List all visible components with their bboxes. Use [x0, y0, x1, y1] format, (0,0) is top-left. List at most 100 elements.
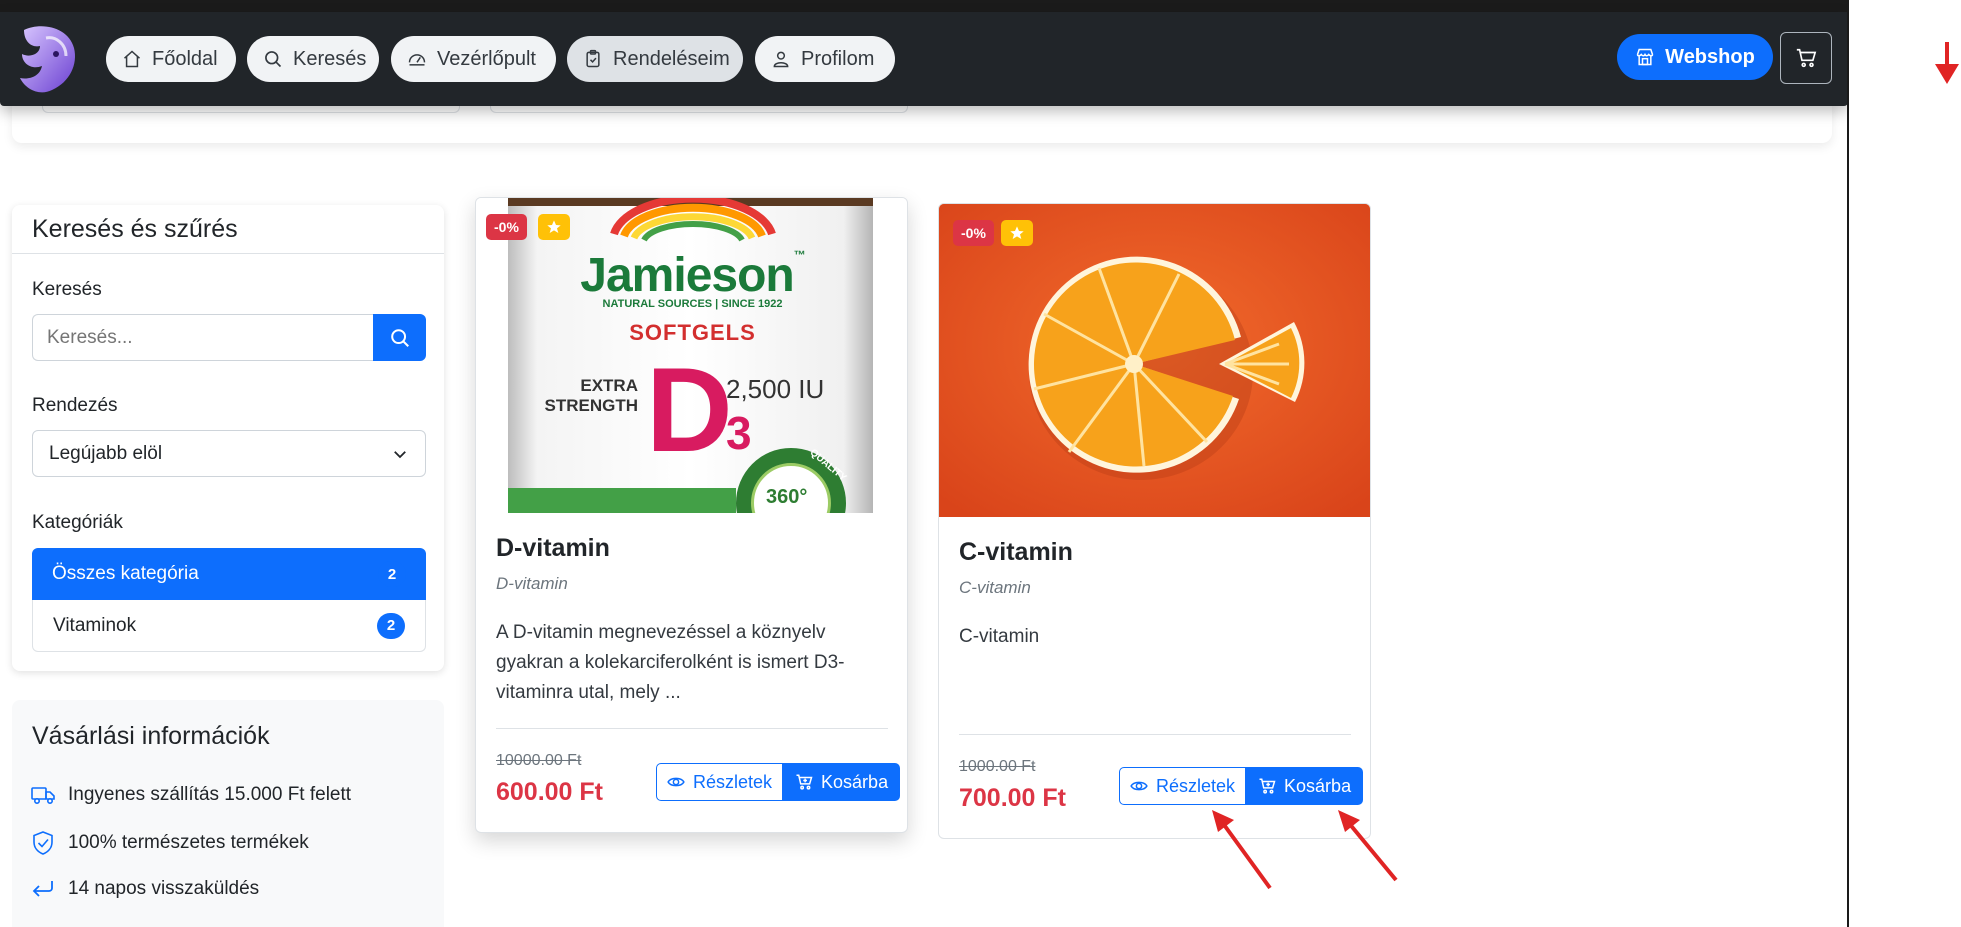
categories-label: Kategóriák: [32, 512, 123, 533]
add-to-cart-button[interactable]: Kosárba: [783, 763, 901, 801]
cart-plus-icon: [796, 774, 813, 790]
cart-label: Kosárba: [1284, 775, 1352, 796]
eye-icon: [1130, 781, 1148, 791]
product-subtitle: C-vitamin: [959, 578, 1031, 597]
nav-label: Keresés: [293, 47, 367, 70]
sort-select[interactable]: Legújabb elöl: [32, 430, 426, 477]
divider: [959, 734, 1351, 735]
truck-icon: [31, 787, 55, 804]
nav-orders[interactable]: Rendeléseim: [567, 36, 743, 82]
logo-icon[interactable]: [10, 20, 82, 96]
filter-title: Keresés és szűrés: [32, 215, 238, 243]
product-name[interactable]: D-vitamin: [496, 534, 610, 563]
viewport-edge: [1847, 0, 1849, 927]
nav-search[interactable]: Keresés: [247, 36, 379, 82]
dashboard-icon: [408, 54, 426, 66]
discount-badge: -0%: [486, 214, 527, 240]
home-icon: [124, 50, 140, 68]
nav-profile[interactable]: Profilom: [755, 36, 895, 82]
navbar: Főoldal Keresés Vezérlőpult Rendeléseim …: [0, 12, 1848, 106]
star-icon: [1010, 226, 1024, 239]
product-description: C-vitamin: [959, 626, 1040, 647]
product-image-c-vitamin[interactable]: [939, 204, 1370, 517]
divider: [496, 728, 888, 729]
green-band: [508, 488, 736, 513]
discount-badge: -0%: [953, 220, 994, 246]
return-arrow-icon: [32, 881, 53, 897]
featured-badge: [538, 214, 570, 240]
nav-label: Profilom: [801, 47, 875, 70]
product-card[interactable]: Jamieson™ NATURAL SOURCES | SINCE 1922 S…: [475, 197, 908, 833]
chevron-down-icon: [394, 450, 406, 458]
info-text: 100% természetes termékek: [68, 832, 309, 853]
details-label: Részletek: [1156, 775, 1236, 796]
category-count-badge: 2: [378, 561, 406, 587]
info-text: Ingyenes szállítás 15.000 Ft felett: [68, 784, 352, 805]
category-count-badge: 2: [377, 612, 405, 639]
product-name[interactable]: C-vitamin: [959, 538, 1073, 567]
search-icon: [390, 328, 409, 347]
top-strip: [0, 0, 1848, 12]
filter-panel: Keresés és szűrés Keresés Rendezés Legúj…: [12, 205, 444, 671]
seal-360: 360°: [766, 486, 808, 508]
annotation-arrows: [1212, 810, 1398, 890]
info-row-shipping: Ingyenes szállítás 15.000 Ft felett: [30, 782, 351, 808]
eye-icon: [667, 777, 685, 787]
product-description: A D-vitamin megnevezéssel a köznyelv gya…: [496, 622, 845, 703]
nav-label: Vezérlőpult: [437, 47, 536, 70]
store-icon: [1636, 48, 1654, 66]
info-row-natural: 100% természetes termékek: [30, 830, 309, 856]
nav-dashboard[interactable]: Vezérlőpult: [391, 36, 556, 82]
orange-slice-image: [939, 204, 1370, 517]
search-label: Keresés: [32, 279, 102, 300]
cart-button[interactable]: [1780, 32, 1832, 84]
product-price: 700.00 Ft: [959, 784, 1067, 812]
extra-label: EXTRA: [580, 376, 638, 395]
nav-label: Rendeléseim: [613, 47, 730, 70]
nav-home[interactable]: Főoldal: [106, 36, 236, 82]
featured-badge: [1001, 220, 1033, 246]
search-button[interactable]: [373, 314, 426, 361]
category-label: Vitaminok: [53, 614, 137, 636]
iu-label: 2,500 IU: [726, 374, 825, 404]
cart-label: Kosárba: [821, 771, 889, 792]
cart-icon: [1796, 48, 1817, 68]
nav-label: Főoldal: [152, 47, 218, 70]
product-price: 600.00 Ft: [496, 778, 604, 806]
info-text: 14 napos visszaküldés: [68, 878, 260, 899]
search-input[interactable]: [32, 314, 373, 361]
strength-label: STRENGTH: [544, 396, 639, 415]
old-price: 10000.00 Ft: [496, 752, 582, 769]
sort-label: Rendezés: [32, 395, 118, 416]
page: Keresés és szűrés Keresés Rendezés Legúj…: [0, 0, 1961, 927]
product-subtitle: D-vitamin: [496, 574, 568, 593]
info-title: Vásárlási információk: [32, 722, 270, 750]
user-icon: [773, 51, 789, 68]
shopping-info-panel: Vásárlási információk Ingyenes szállítás…: [12, 700, 444, 927]
info-row-return: 14 napos visszaküldés: [30, 876, 259, 902]
browser-viewport: Keresés és szűrés Keresés Rendezés Legúj…: [0, 0, 1848, 927]
search-icon: [265, 51, 282, 68]
clipboard-icon: [586, 49, 600, 68]
brand-tagline: NATURAL SOURCES | SINCE 1922: [602, 298, 783, 310]
sub-three: 3: [726, 407, 752, 459]
product-actions: Részletek Kosárba: [656, 763, 901, 801]
webshop-button[interactable]: Webshop: [1617, 34, 1773, 80]
d-letter: D: [646, 343, 733, 477]
details-label: Részletek: [693, 771, 773, 792]
star-icon: [547, 220, 561, 233]
category-item-vitaminok[interactable]: Vitaminok 2: [32, 600, 426, 652]
brand-logo-text: Jamieson™: [580, 248, 805, 302]
category-item-all[interactable]: Összes kategória 2: [32, 548, 426, 600]
divider: [12, 253, 444, 254]
category-label: Összes kategória: [52, 563, 199, 584]
cart-plus-icon: [1259, 778, 1276, 794]
product-card[interactable]: -0% C-vitamin C-vitamin C-vitamin 1000.0…: [938, 203, 1371, 839]
webshop-label: Webshop: [1665, 45, 1755, 68]
sort-value: Legújabb elöl: [49, 442, 163, 464]
old-price: 1000.00 Ft: [959, 758, 1036, 775]
shield-check-icon: [33, 831, 53, 855]
product-image-d-vitamin[interactable]: Jamieson™ NATURAL SOURCES | SINCE 1922 S…: [476, 198, 907, 513]
details-button[interactable]: Részletek: [656, 763, 784, 801]
scroll-down-arrow-icon: [1935, 42, 1959, 84]
